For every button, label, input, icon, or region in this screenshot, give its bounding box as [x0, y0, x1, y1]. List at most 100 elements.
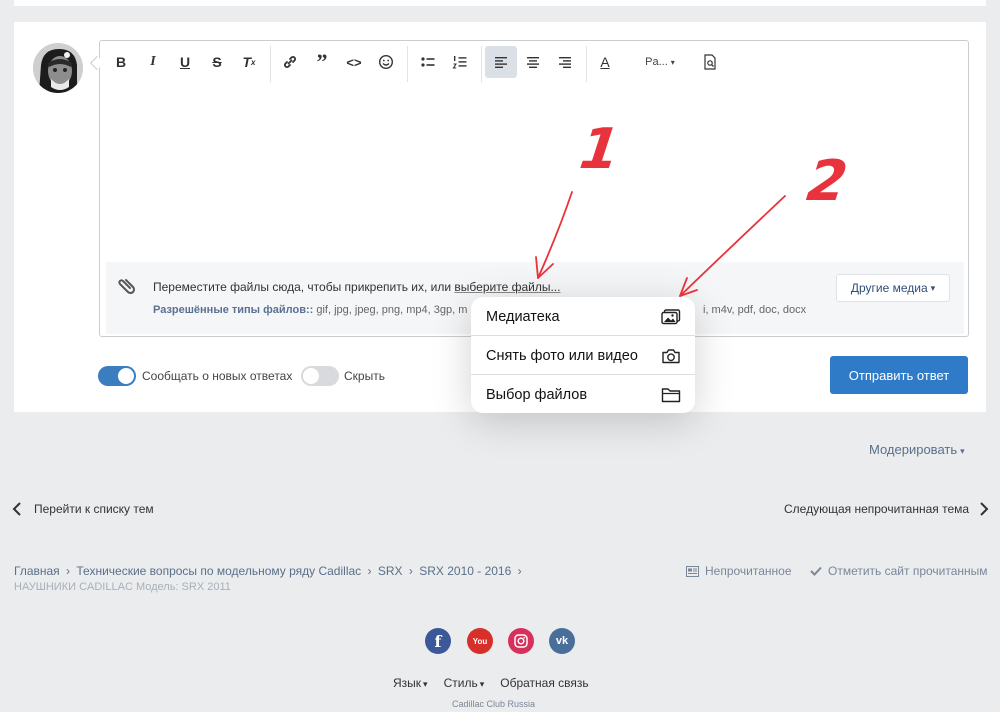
- notify-toggle[interactable]: [98, 366, 136, 386]
- italic-label: I: [150, 54, 156, 69]
- breadcrumb-srx-2010-2016[interactable]: SRX 2010 - 2016: [419, 564, 511, 578]
- language-dropdown[interactable]: Язык ▾: [393, 676, 428, 690]
- menu-item-choose-files[interactable]: Выбор файлов: [471, 375, 695, 414]
- breadcrumb-separator: ›: [408, 564, 413, 578]
- avatar-photo: [33, 43, 83, 93]
- bullet-list-button[interactable]: [413, 46, 443, 78]
- text-color-button[interactable]: A: [590, 46, 620, 78]
- link-icon: [284, 56, 296, 68]
- camera-icon: [662, 348, 680, 363]
- hide-label: Скрыть: [344, 369, 385, 383]
- menu-item-label: Снять фото или видео: [486, 347, 638, 364]
- menu-item-take-photo[interactable]: Снять фото или видео: [471, 336, 695, 375]
- emoji-button[interactable]: [371, 46, 401, 78]
- feedback-link[interactable]: Обратная связь: [500, 676, 588, 690]
- style-label: Стиль: [443, 676, 478, 690]
- toolbar-divider: [407, 46, 408, 82]
- allowed-types: Разрешённые типы файлов:: gif, jpg, jpeg…: [153, 304, 467, 316]
- editor-toolbar: B I U S Tx ” <> A Pa... ▾: [100, 44, 968, 82]
- prev-topics-label: Перейти к списку тем: [34, 502, 154, 516]
- clear-format-sub: x: [251, 57, 256, 67]
- facebook-icon[interactable]: f: [425, 628, 451, 654]
- submit-reply-button[interactable]: Отправить ответ: [830, 356, 968, 394]
- prev-topics-link[interactable]: Перейти к списку тем: [12, 502, 154, 516]
- chevron-down-icon: ▾: [930, 282, 936, 293]
- user-avatar[interactable]: [33, 43, 83, 93]
- hide-toggle[interactable]: [301, 366, 339, 386]
- breadcrumb-separator: ›: [66, 564, 71, 578]
- chevron-down-icon: ▾: [479, 679, 485, 689]
- instagram-icon[interactable]: [508, 628, 534, 654]
- strikethrough-button[interactable]: S: [202, 46, 232, 78]
- toggle-knob: [118, 368, 134, 384]
- annotation-arrow-2: [679, 195, 786, 297]
- attach-instructions-text: Переместите файлы сюда, чтобы прикрепить…: [153, 280, 455, 294]
- youtube-icon[interactable]: You: [467, 628, 493, 654]
- clear-format-button[interactable]: Tx: [234, 46, 264, 78]
- quote-button[interactable]: ”: [307, 46, 337, 78]
- link-button[interactable]: [275, 46, 305, 78]
- breadcrumb-home[interactable]: Главная: [14, 564, 60, 578]
- align-center-button[interactable]: [518, 46, 548, 78]
- underline-button[interactable]: U: [170, 46, 200, 78]
- chevron-down-icon: ▾: [960, 446, 965, 456]
- chevron-right-icon: [980, 502, 989, 516]
- preview-button[interactable]: [695, 46, 725, 78]
- menu-item-label: Выбор файлов: [486, 386, 588, 403]
- chevron-left-icon: [12, 502, 21, 516]
- breadcrumb-tech-questions[interactable]: Технические вопросы по модельному ряду C…: [76, 564, 361, 578]
- align-right-icon: [559, 57, 571, 68]
- newspaper-icon: [686, 565, 699, 577]
- instagram-glyph: [514, 634, 528, 648]
- toolbar-divider: [270, 46, 271, 82]
- vk-icon[interactable]: vk: [549, 628, 575, 654]
- bold-button[interactable]: B: [106, 46, 136, 78]
- align-center-icon: [527, 57, 539, 68]
- attach-instructions: Переместите файлы сюда, чтобы прикрепить…: [153, 280, 560, 294]
- align-left-button[interactable]: [485, 46, 517, 78]
- submit-reply-label: Отправить ответ: [848, 367, 950, 383]
- strike-label: S: [212, 54, 222, 70]
- mark-read-link[interactable]: Отметить сайт прочитанным: [810, 564, 988, 578]
- align-left-icon: [495, 57, 507, 68]
- folder-icon: [661, 387, 681, 402]
- breadcrumb-srx[interactable]: SRX: [378, 564, 403, 578]
- next-unread-label: Следующая непрочитанная тема: [784, 502, 970, 516]
- annotation-arrows: 1 2: [535, 116, 857, 297]
- notify-label: Сообщать о новых ответах: [142, 369, 293, 383]
- moderate-dropdown[interactable]: Модерировать ▾: [869, 442, 965, 457]
- paragraph-format-label: Pa...: [645, 56, 668, 68]
- code-icon: <>: [346, 54, 362, 70]
- breadcrumb-separator: ›: [517, 564, 522, 578]
- paperclip-icon: [118, 279, 136, 295]
- numbered-list-button[interactable]: [445, 46, 475, 78]
- facebook-glyph: f: [434, 631, 442, 651]
- toggle-knob: [303, 368, 319, 384]
- chevron-down-icon: ▾: [670, 57, 675, 67]
- breadcrumb-current: НАУШНИКИ CADILLAC Модель: SRX 2011: [14, 581, 231, 593]
- align-right-button[interactable]: [550, 46, 580, 78]
- allowed-types-list: gif, jpg, jpeg, png, mp4, 3gp, m: [313, 304, 468, 316]
- menu-item-label: Медиатека: [486, 308, 560, 325]
- language-label: Язык: [393, 676, 422, 690]
- upload-source-popover: Медиатека Снять фото или видео Выбор фай…: [471, 297, 695, 413]
- underline-label: U: [179, 54, 191, 70]
- preview-document-icon: [704, 54, 716, 70]
- unread-link[interactable]: Непрочитанное: [686, 564, 792, 578]
- quote-icon: ”: [316, 49, 328, 74]
- italic-button[interactable]: I: [138, 46, 168, 78]
- youtube-glyph: You: [472, 636, 488, 646]
- numbered-list-icon: [452, 56, 467, 69]
- style-dropdown[interactable]: Стиль ▾: [444, 676, 485, 690]
- mark-read-label: Отметить сайт прочитанным: [828, 564, 988, 578]
- previous-post-card: [14, 0, 986, 6]
- paragraph-format-dropdown[interactable]: Pa... ▾: [638, 46, 682, 78]
- annotation-number-2: 2: [797, 148, 857, 213]
- annotation-arrowhead-1: [535, 256, 554, 279]
- breadcrumb-separator: ›: [367, 564, 372, 578]
- bold-label: B: [115, 54, 127, 70]
- chevron-down-icon: ▾: [423, 679, 428, 689]
- moderate-label: Модерировать: [869, 442, 958, 457]
- code-button[interactable]: <>: [339, 46, 369, 78]
- next-unread-link[interactable]: Следующая непрочитанная тема: [784, 502, 989, 516]
